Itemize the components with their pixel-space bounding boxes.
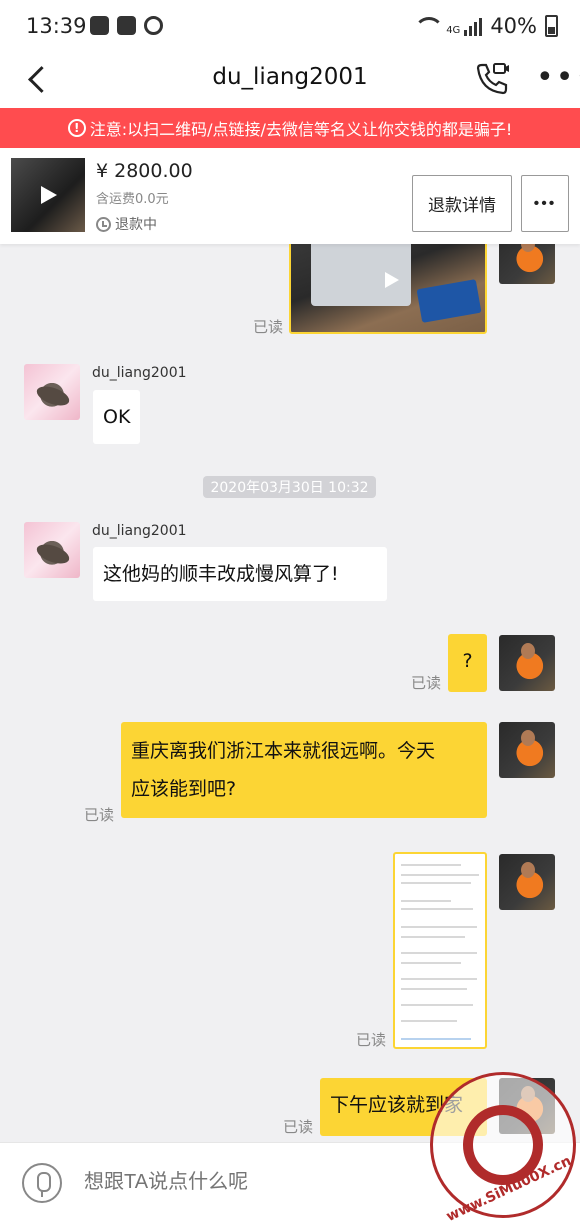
my-avatar[interactable] — [499, 854, 555, 910]
product-video-thumbnail[interactable] — [11, 158, 85, 232]
sent-message[interactable]: ? — [448, 634, 487, 692]
status-bar: 13:39 4G 40% — [0, 0, 580, 54]
play-icon — [385, 272, 399, 288]
video-call-icon[interactable] — [474, 62, 510, 96]
warning-icon: ! — [67, 119, 86, 137]
message-line: 应该能到吧? — [131, 778, 237, 800]
video-message[interactable] — [289, 244, 487, 334]
more-options-icon[interactable]: ••• — [536, 63, 580, 93]
read-receipt: 已读 — [356, 1031, 387, 1049]
sender-name: du_liang2001 — [92, 365, 187, 381]
message-input[interactable] — [84, 1171, 349, 1194]
read-receipt: 已读 — [84, 806, 115, 824]
my-avatar[interactable] — [499, 244, 555, 284]
sender-name: du_liang2001 — [92, 523, 187, 539]
notification-icons — [90, 16, 163, 35]
contact-avatar[interactable] — [24, 522, 80, 578]
app-icon — [144, 16, 163, 35]
product-card[interactable]: ¥ 2800.00 含运费0.0元 退款中 退款详情 ••• — [0, 148, 580, 244]
warning-text: 注意:以扫二维码/点链接/去微信等名义让你交钱的都是骗子! — [89, 120, 513, 139]
microphone-icon[interactable] — [22, 1163, 62, 1203]
order-status-text: 退款中 — [115, 217, 157, 233]
status-right: 4G 40% — [414, 14, 558, 38]
order-status: 退款中 — [96, 214, 157, 234]
shopping-bag-icon — [117, 16, 136, 35]
network-type: 4G — [446, 25, 461, 36]
watermark-logo: www.SiMu00X.cn — [430, 1072, 576, 1224]
fraud-warning-banner: ! 注意:以扫二维码/点链接/去微信等名义让你交钱的都是骗子! — [0, 108, 580, 148]
battery-percent: 40% — [490, 14, 537, 38]
sent-message[interactable]: 重庆离我们浙江本来就很远啊。今天 应该能到吧? — [121, 722, 487, 818]
signal-icon: 4G — [446, 16, 483, 36]
my-avatar[interactable] — [499, 635, 555, 691]
read-receipt: 已读 — [411, 674, 442, 692]
product-price: ¥ 2800.00 — [96, 160, 193, 182]
image-message[interactable] — [393, 852, 487, 1049]
product-more-button[interactable]: ••• — [521, 175, 569, 232]
message-icon — [90, 16, 109, 35]
play-icon — [41, 186, 57, 204]
received-message[interactable]: 这他妈的顺丰改成慢风算了! — [93, 547, 387, 601]
wifi-icon — [414, 17, 445, 35]
timestamp-divider: 2020年03月30日 10:32 — [203, 476, 376, 498]
received-message[interactable]: OK — [93, 390, 141, 444]
clock-icon — [96, 216, 111, 232]
contact-avatar[interactable] — [24, 364, 80, 420]
refund-details-button[interactable]: 退款详情 — [412, 175, 512, 232]
read-receipt: 已读 — [283, 1118, 314, 1136]
my-avatar[interactable] — [499, 722, 555, 778]
message-line: 重庆离我们浙江本来就很远啊。今天 — [131, 740, 436, 762]
shipping-info: 含运费0.0元 — [96, 192, 169, 207]
read-receipt: 已读 — [253, 318, 284, 336]
status-time: 13:39 — [26, 14, 87, 38]
battery-icon — [545, 15, 558, 37]
chat-header: du_liang2001 ••• — [0, 54, 580, 108]
chat-message-list[interactable]: 已读 du_liang2001 OK 2020年03月30日 10:32 du_… — [0, 244, 580, 1142]
